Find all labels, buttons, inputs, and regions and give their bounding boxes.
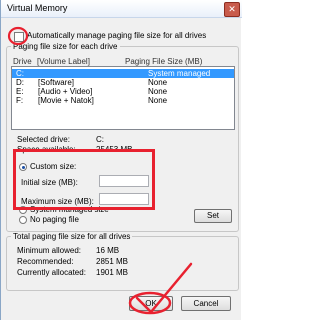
virtual-memory-dialog: Virtual Memory ✕ Automatically manage pa… <box>0 0 242 320</box>
annotation-rect-custom-size <box>13 149 155 210</box>
annotation-checkmark <box>135 262 193 314</box>
annotation-circle-checkbox <box>7 26 29 46</box>
